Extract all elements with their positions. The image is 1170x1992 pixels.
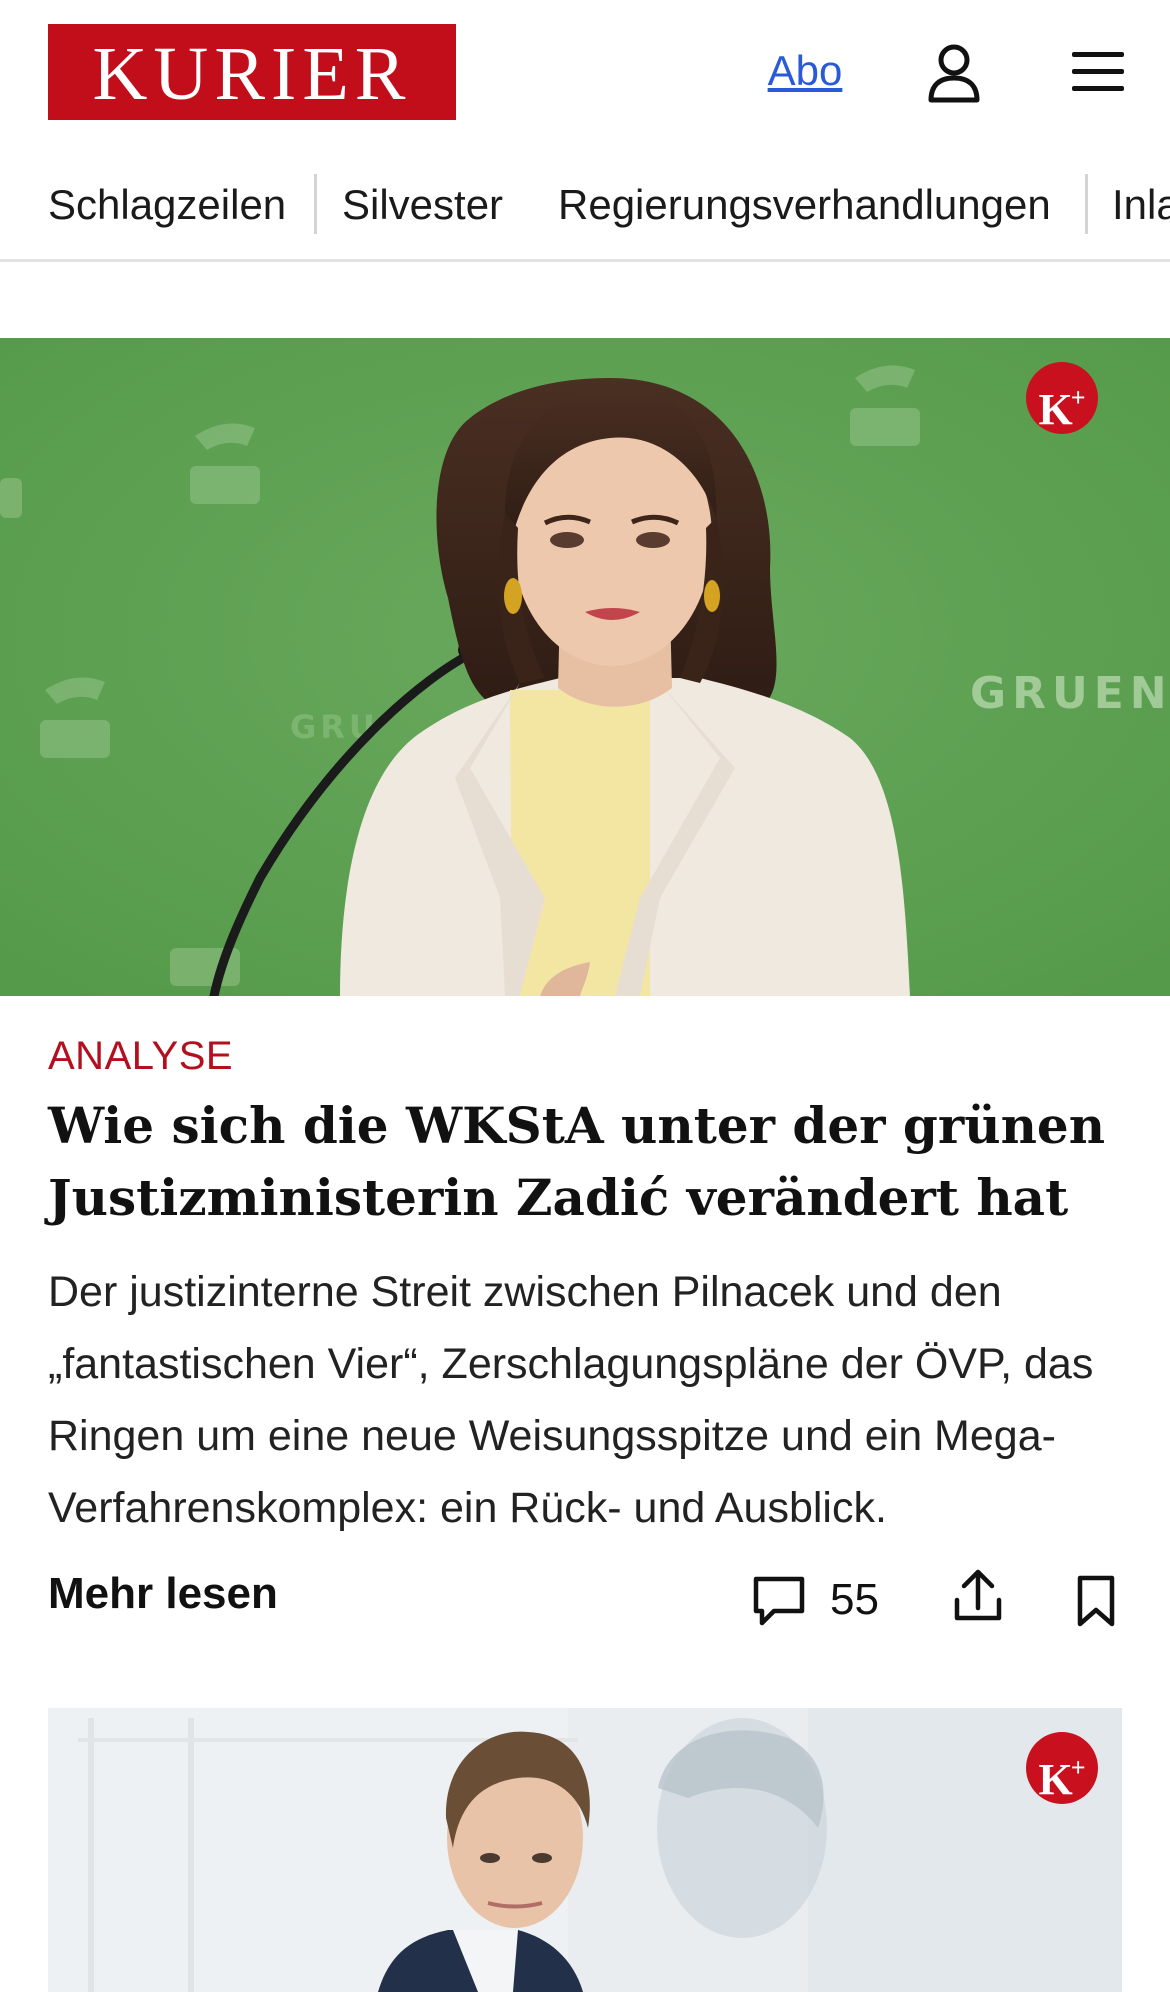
background-text: GRUENE.A xyxy=(970,668,1170,719)
comment-count: 55 xyxy=(830,1575,879,1624)
comments-button[interactable]: 55 xyxy=(752,1572,879,1628)
user-icon[interactable] xyxy=(926,42,982,104)
section-nav: Schlagzeilen Silvester Regierungsverhand… xyxy=(0,162,1170,262)
second-article-image[interactable]: K+ xyxy=(48,1708,1122,1992)
nav-divider xyxy=(314,174,317,234)
article-headline[interactable]: Wie sich die WKStA unter der grünen Just… xyxy=(48,1090,1128,1234)
article-kicker: ANALYSE xyxy=(48,1034,234,1078)
hamburger-menu-icon[interactable] xyxy=(1070,48,1126,96)
nav-item-inland[interactable]: Inla xyxy=(1112,178,1170,232)
nav-divider xyxy=(1085,174,1088,234)
abo-link[interactable]: Abo xyxy=(760,46,850,96)
nav-item-regierungsverhandlungen[interactable]: Regierungsverhandlungen xyxy=(558,178,1051,232)
nav-item-schlagzeilen[interactable]: Schlagzeilen xyxy=(48,178,286,232)
share-icon[interactable] xyxy=(952,1568,1004,1624)
kplus-premium-badge: K+ xyxy=(1026,362,1098,434)
kurier-logo[interactable]: KURIER xyxy=(48,24,456,120)
kplus-premium-badge: K+ xyxy=(1026,1732,1098,1804)
nav-item-silvester[interactable]: Silvester xyxy=(342,178,503,232)
article-hero-image[interactable]: GRUENE.A GRU K+ xyxy=(0,338,1170,996)
article-teaser[interactable]: Der justizinterne Streit zwischen Pilnac… xyxy=(48,1256,1128,1544)
comment-icon xyxy=(753,1576,805,1626)
site-header: KURIER Abo xyxy=(0,0,1170,145)
read-more-link[interactable]: Mehr lesen xyxy=(48,1566,278,1622)
bookmark-icon[interactable] xyxy=(1074,1574,1118,1628)
